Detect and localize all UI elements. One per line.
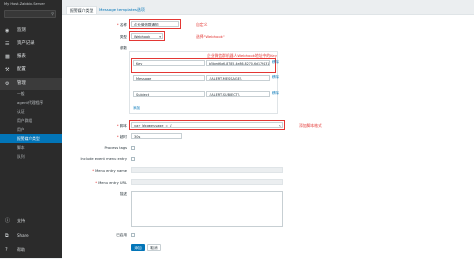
param-value-message[interactable]: {ALERT.MESSAGE} <box>206 75 270 81</box>
add-param-link[interactable]: 添加 <box>133 106 140 111</box>
menu-monitoring[interactable]: ◉ 监测 <box>0 25 62 37</box>
description-textarea[interactable] <box>131 191 283 227</box>
include-event-checkbox[interactable] <box>131 157 135 161</box>
enabled-checkbox[interactable] <box>131 233 135 237</box>
sidebar: My Host.Zabbix.Server ⚲ ◉ 监测 ☰ 资产记录 ▩ 报表… <box>0 0 62 258</box>
param-value-subject[interactable]: {ALERT.SUBJECT} <box>206 91 270 97</box>
help-icon: ⓘ <box>5 218 11 224</box>
menu-configuration[interactable]: ⚒ 配置 <box>0 64 62 76</box>
name-annotation: 自定义 <box>196 22 208 27</box>
submenu-general[interactable]: 一般 <box>0 89 62 98</box>
params-label: 参数 <box>119 46 127 50</box>
script-annotation: 添加脚本格式 <box>299 123 322 128</box>
cancel-button[interactable]: 取消 <box>147 244 161 251</box>
menu-label: 报表 <box>17 54 26 59</box>
search-input[interactable]: ⚲ <box>4 10 56 18</box>
process-tags-label: Process tags <box>104 146 127 150</box>
menu-label: 监测 <box>17 28 26 33</box>
share-icon: ⧉ <box>5 233 9 239</box>
chart-icon: ▩ <box>5 54 10 60</box>
description-label: 描述 <box>119 192 127 196</box>
help-link[interactable]: ? 帮助 <box>0 245 62 255</box>
enabled-label: 已启用 <box>116 233 127 237</box>
menu-entry-name-label: * Menu entry name <box>92 169 127 173</box>
menu-entry-name-input[interactable] <box>131 167 283 173</box>
eye-icon: ◉ <box>5 28 10 34</box>
submenu-user-groups[interactable]: 用户群组 <box>0 116 62 125</box>
support-link[interactable]: ⓘ 支持 <box>0 216 62 226</box>
param-name-key[interactable]: Key <box>133 60 205 66</box>
help-label: 帮助 <box>17 247 25 252</box>
share-link[interactable]: ⧉ Share <box>0 231 62 241</box>
submenu-media-types[interactable]: 报警媒介类型 <box>0 134 62 143</box>
submenu-queue[interactable]: 队列 <box>0 152 62 161</box>
question-icon: ? <box>5 247 8 253</box>
param-name-subject[interactable]: Subject <box>133 91 205 97</box>
search-icon: ⚲ <box>51 11 54 16</box>
name-highlight-box <box>129 19 181 29</box>
menu-entry-url-label: * Menu entry URL <box>95 181 127 185</box>
param-name-message[interactable]: Message <box>133 75 205 81</box>
menu-label: 资产记录 <box>17 41 35 46</box>
tab-options[interactable]: 选项 <box>134 6 148 14</box>
timeout-label: * 超时 <box>116 135 127 139</box>
menu-entry-url-input[interactable] <box>131 179 283 185</box>
script-label: * 脚本 <box>116 124 127 128</box>
include-event-label: Include event menu entry <box>80 157 127 161</box>
type-annotation: 选择"Webhook" <box>196 34 225 39</box>
menu-label: 配置 <box>17 67 26 72</box>
remove-param-subject[interactable]: 移除 <box>272 91 279 96</box>
type-highlight-box <box>129 31 165 41</box>
param-value-key[interactable]: b5bed6a6-8785-4e86-8270-6d17f431 <box>206 60 270 66</box>
submenu-users[interactable]: 用户 <box>0 125 62 134</box>
submenu-proxies[interactable]: agent代理程序 <box>0 98 62 107</box>
add-button[interactable]: 添加 <box>131 244 145 251</box>
server-name: My Host.Zabbix.Server <box>4 2 45 6</box>
script-highlight-box <box>129 120 285 130</box>
submenu-scripts[interactable]: 脚本 <box>0 143 62 152</box>
name-label: * 名称 <box>116 23 127 27</box>
process-tags-checkbox[interactable] <box>131 146 135 150</box>
share-label: Share <box>17 233 29 238</box>
timeout-input[interactable]: 30s <box>131 133 182 139</box>
wrench-icon: ⚒ <box>5 67 10 73</box>
type-label: 类型 <box>119 35 127 39</box>
submenu-authentication[interactable]: 认证 <box>0 107 62 116</box>
menu-inventory[interactable]: ☰ 资产记录 <box>0 38 62 50</box>
remove-param-message[interactable]: 移除 <box>272 75 279 80</box>
list-icon: ☰ <box>5 41 10 47</box>
support-label: 支持 <box>17 218 25 223</box>
remove-param-key[interactable]: 移除 <box>272 60 279 65</box>
menu-reports[interactable]: ▩ 报表 <box>0 51 62 63</box>
